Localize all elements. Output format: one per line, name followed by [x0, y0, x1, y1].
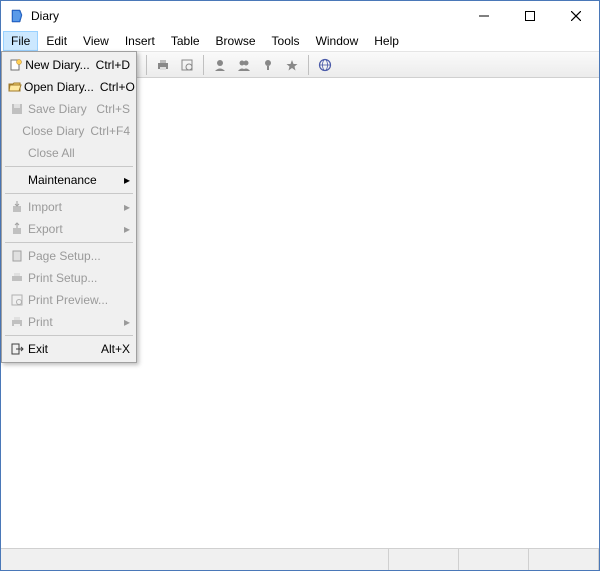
- export-icon: [8, 222, 26, 236]
- menu-file[interactable]: File: [3, 31, 38, 51]
- app-icon: [9, 8, 25, 24]
- menu-sep: [5, 166, 133, 167]
- menuitem-page-setup: Page Setup...: [4, 245, 134, 267]
- menuitem-label: Export: [26, 222, 120, 236]
- menuitem-accel: Ctrl+F4: [84, 124, 130, 138]
- menuitem-export: Export ▸: [4, 218, 134, 240]
- statusbar: [1, 548, 599, 570]
- menu-window-label: Window: [316, 34, 359, 48]
- menu-tools-label: Tools: [272, 34, 300, 48]
- menu-file-label: File: [11, 34, 30, 48]
- menuitem-close-all: Close All: [4, 142, 134, 164]
- menu-sep: [5, 335, 133, 336]
- menuitem-accel: Ctrl+D: [90, 58, 130, 72]
- page-setup-icon: [8, 249, 26, 263]
- menuitem-maintenance[interactable]: Maintenance ▸: [4, 169, 134, 191]
- status-cell: [459, 549, 529, 570]
- menuitem-label: Save Diary: [26, 102, 90, 116]
- menu-help-label: Help: [374, 34, 399, 48]
- menu-sep: [5, 242, 133, 243]
- minimize-button[interactable]: [461, 1, 507, 31]
- toolbar-sep: [146, 55, 147, 75]
- menuitem-new-diary[interactable]: New Diary... Ctrl+D: [4, 54, 134, 76]
- status-cell: [529, 549, 599, 570]
- menuitem-label: Close All: [26, 146, 130, 160]
- menuitem-accel: Ctrl+O: [94, 80, 135, 94]
- menuitem-save-diary: Save Diary Ctrl+S: [4, 98, 134, 120]
- menuitem-label: Page Setup...: [26, 249, 130, 263]
- menu-sep: [5, 193, 133, 194]
- menu-table[interactable]: Table: [163, 31, 208, 51]
- submenu-arrow-icon: ▸: [120, 315, 130, 329]
- menu-edit-label: Edit: [46, 34, 67, 48]
- menuitem-label: Close Diary: [20, 124, 84, 138]
- menuitem-label: Maintenance: [26, 173, 120, 187]
- toolbar-print-icon[interactable]: [152, 54, 174, 76]
- menu-tools[interactable]: Tools: [264, 31, 308, 51]
- menu-view-label: View: [83, 34, 109, 48]
- menu-help[interactable]: Help: [366, 31, 407, 51]
- import-icon: [8, 200, 26, 214]
- open-diary-icon: [8, 80, 22, 94]
- app-window: Diary File Edit View Insert Table Browse…: [0, 0, 600, 571]
- maximize-button[interactable]: [507, 1, 553, 31]
- menu-table-label: Table: [171, 34, 200, 48]
- menuitem-open-diary[interactable]: Open Diary... Ctrl+O: [4, 76, 134, 98]
- print-icon: [8, 315, 26, 329]
- window-title: Diary: [31, 9, 461, 23]
- file-dropdown: New Diary... Ctrl+D Open Diary... Ctrl+O…: [1, 51, 137, 363]
- menu-view[interactable]: View: [75, 31, 117, 51]
- menubar: File Edit View Insert Table Browse Tools…: [1, 31, 599, 52]
- menu-window[interactable]: Window: [308, 31, 367, 51]
- menuitem-label: Print: [26, 315, 120, 329]
- close-button[interactable]: [553, 1, 599, 31]
- toolbar-globe-icon[interactable]: [314, 54, 336, 76]
- menuitem-print-preview: Print Preview...: [4, 289, 134, 311]
- submenu-arrow-icon: ▸: [120, 200, 130, 214]
- toolbar-preview-icon[interactable]: [176, 54, 198, 76]
- menuitem-import: Import ▸: [4, 196, 134, 218]
- submenu-arrow-icon: ▸: [120, 173, 130, 187]
- toolbar-sep: [203, 55, 204, 75]
- menuitem-label: New Diary...: [23, 58, 89, 72]
- titlebar: Diary: [1, 1, 599, 31]
- status-cell: [1, 549, 389, 570]
- menuitem-label: Import: [26, 200, 120, 214]
- menuitem-accel: Ctrl+S: [90, 102, 130, 116]
- toolbar-user-icon[interactable]: [209, 54, 231, 76]
- menu-edit[interactable]: Edit: [38, 31, 75, 51]
- status-cell: [389, 549, 459, 570]
- toolbar-tree-icon[interactable]: [257, 54, 279, 76]
- menuitem-label: Print Setup...: [26, 271, 130, 285]
- exit-icon: [8, 342, 26, 356]
- menuitem-label: Exit: [26, 342, 95, 356]
- menu-insert-label: Insert: [125, 34, 155, 48]
- print-setup-icon: [8, 271, 26, 285]
- new-diary-icon: [8, 58, 23, 72]
- menuitem-print: Print ▸: [4, 311, 134, 333]
- save-icon: [8, 102, 26, 116]
- submenu-arrow-icon: ▸: [120, 222, 130, 236]
- toolbar-favorite-icon[interactable]: [281, 54, 303, 76]
- menuitem-label: Print Preview...: [26, 293, 130, 307]
- menuitem-label: Open Diary...: [22, 80, 94, 94]
- menu-browse[interactable]: Browse: [208, 31, 264, 51]
- menuitem-close-diary: Close Diary Ctrl+F4: [4, 120, 134, 142]
- menuitem-print-setup: Print Setup...: [4, 267, 134, 289]
- menuitem-exit[interactable]: Exit Alt+X: [4, 338, 134, 360]
- toolbar-users-icon[interactable]: [233, 54, 255, 76]
- toolbar-sep: [308, 55, 309, 75]
- menu-browse-label: Browse: [216, 34, 256, 48]
- menu-insert[interactable]: Insert: [117, 31, 163, 51]
- menuitem-accel: Alt+X: [95, 342, 130, 356]
- print-preview-icon: [8, 293, 26, 307]
